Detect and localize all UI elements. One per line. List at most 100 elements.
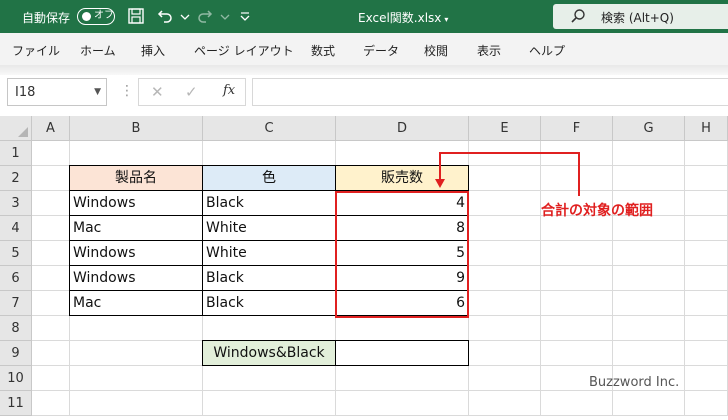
redo-icon[interactable] (196, 7, 214, 25)
grid-cell[interactable] (541, 291, 613, 316)
tab-file[interactable]: ファイル (12, 42, 60, 59)
name-box[interactable]: I18 ▼ (7, 78, 107, 106)
undo-dropdown-icon[interactable] (176, 7, 194, 25)
row-header-7[interactable]: 7 (0, 291, 32, 316)
cell-b4[interactable]: Mac (69, 216, 203, 241)
column-header-d[interactable]: D (336, 116, 469, 141)
grid-cell[interactable] (469, 166, 541, 191)
customize-toolbar-icon[interactable] (236, 7, 254, 25)
cell-c4[interactable]: White (203, 216, 336, 241)
grid-cell[interactable] (685, 366, 728, 391)
grid-cell[interactable] (685, 216, 728, 241)
grid-cell[interactable] (32, 341, 70, 366)
row-header-11[interactable]: 11 (0, 391, 32, 416)
grid-cell[interactable] (336, 316, 469, 341)
grid-cell[interactable] (203, 316, 336, 341)
grid-cell[interactable] (203, 366, 336, 391)
cell-c6[interactable]: Black (203, 266, 336, 291)
autosave-toggle[interactable]: オフ (77, 8, 115, 25)
grid-cell[interactable] (336, 391, 469, 416)
cell-b5[interactable]: Windows (69, 241, 203, 266)
cell-b2[interactable]: 製品名 (69, 165, 203, 191)
cell-b6[interactable]: Windows (69, 266, 203, 291)
grid-cell[interactable] (613, 166, 685, 191)
column-header-a[interactable]: A (32, 116, 70, 141)
grid-cell[interactable] (32, 391, 70, 416)
grid-cell[interactable] (32, 141, 70, 166)
grid-cell[interactable] (613, 266, 685, 291)
grid-cell[interactable] (541, 166, 613, 191)
column-header-g[interactable]: G (613, 116, 685, 141)
grid-cell[interactable] (541, 341, 613, 366)
row-header-3[interactable]: 3 (0, 191, 32, 216)
cell-d7[interactable]: 6 (336, 291, 469, 316)
search-box[interactable]: 検索 (Alt+Q) (553, 4, 728, 29)
row-header-4[interactable]: 4 (0, 216, 32, 241)
grid-cell[interactable] (469, 291, 541, 316)
cell-d5[interactable]: 5 (336, 241, 469, 266)
grid-cell[interactable] (70, 341, 203, 366)
grid-cell[interactable] (469, 241, 541, 266)
grid-cell[interactable] (32, 316, 70, 341)
column-header-h[interactable]: H (685, 116, 728, 141)
grid-cell[interactable] (469, 366, 541, 391)
grid-cell[interactable] (541, 391, 613, 416)
grid-cell[interactable] (685, 241, 728, 266)
grid-cell[interactable] (613, 291, 685, 316)
grid-cell[interactable] (469, 341, 541, 366)
tab-formulas[interactable]: 数式 (311, 42, 335, 59)
row-header-5[interactable]: 5 (0, 241, 32, 266)
cancel-icon[interactable]: ✕ (151, 83, 164, 101)
column-header-b[interactable]: B (70, 116, 203, 141)
grid-cell[interactable] (613, 341, 685, 366)
cell-c5[interactable]: White (203, 241, 336, 266)
grid-cell[interactable] (685, 191, 728, 216)
cell-d2[interactable]: 販売数 (336, 165, 469, 191)
grid-cell[interactable] (336, 366, 469, 391)
grid-cell[interactable] (203, 391, 336, 416)
row-header-10[interactable]: 10 (0, 366, 32, 391)
grid-cell[interactable] (469, 216, 541, 241)
cell-d6[interactable]: 9 (336, 266, 469, 291)
grid-cell[interactable] (613, 391, 685, 416)
cell-c9[interactable]: Windows&Black (202, 340, 336, 366)
grid-cell[interactable] (70, 366, 203, 391)
grid-cell[interactable] (613, 241, 685, 266)
tab-insert[interactable]: 挿入 (141, 42, 165, 59)
grid-cell[interactable] (32, 166, 70, 191)
document-title[interactable]: Excel関数.xlsx ▾ (358, 9, 448, 26)
grid-cell[interactable] (685, 391, 728, 416)
column-header-c[interactable]: C (203, 116, 336, 141)
cell-b3[interactable]: Windows (69, 191, 203, 216)
enter-icon[interactable]: ✓ (185, 83, 198, 101)
name-box-dropdown-icon[interactable]: ▼ (94, 87, 101, 97)
grid-cell[interactable] (70, 141, 203, 166)
tab-help[interactable]: ヘルプ (529, 42, 565, 59)
tab-data[interactable]: データ (363, 42, 399, 59)
formula-bar-grip-icon[interactable]: ⋮ (120, 83, 134, 99)
grid-cell[interactable] (541, 241, 613, 266)
tab-view[interactable]: 表示 (477, 42, 501, 59)
insert-function-icon[interactable]: fx (223, 83, 235, 98)
save-icon[interactable] (127, 7, 145, 25)
grid-cell[interactable] (685, 341, 728, 366)
grid-cell[interactable] (685, 316, 728, 341)
row-header-2[interactable]: 2 (0, 166, 32, 191)
grid-cell[interactable] (613, 316, 685, 341)
grid-cell[interactable] (32, 291, 70, 316)
grid-cell[interactable] (685, 141, 728, 166)
cell-d9[interactable] (336, 340, 469, 366)
tab-page-layout[interactable]: ページ レイアウト (194, 42, 294, 59)
grid-cell[interactable] (469, 391, 541, 416)
grid-cell[interactable] (613, 141, 685, 166)
row-header-8[interactable]: 8 (0, 316, 32, 341)
grid-cell[interactable] (685, 166, 728, 191)
cell-d4[interactable]: 8 (336, 216, 469, 241)
grid-cell[interactable] (541, 141, 613, 166)
grid-cell[interactable] (32, 216, 70, 241)
row-header-6[interactable]: 6 (0, 266, 32, 291)
grid-cell[interactable] (685, 266, 728, 291)
grid-cell[interactable] (70, 391, 203, 416)
select-all-corner[interactable] (0, 116, 32, 141)
grid-cell[interactable] (469, 141, 541, 166)
